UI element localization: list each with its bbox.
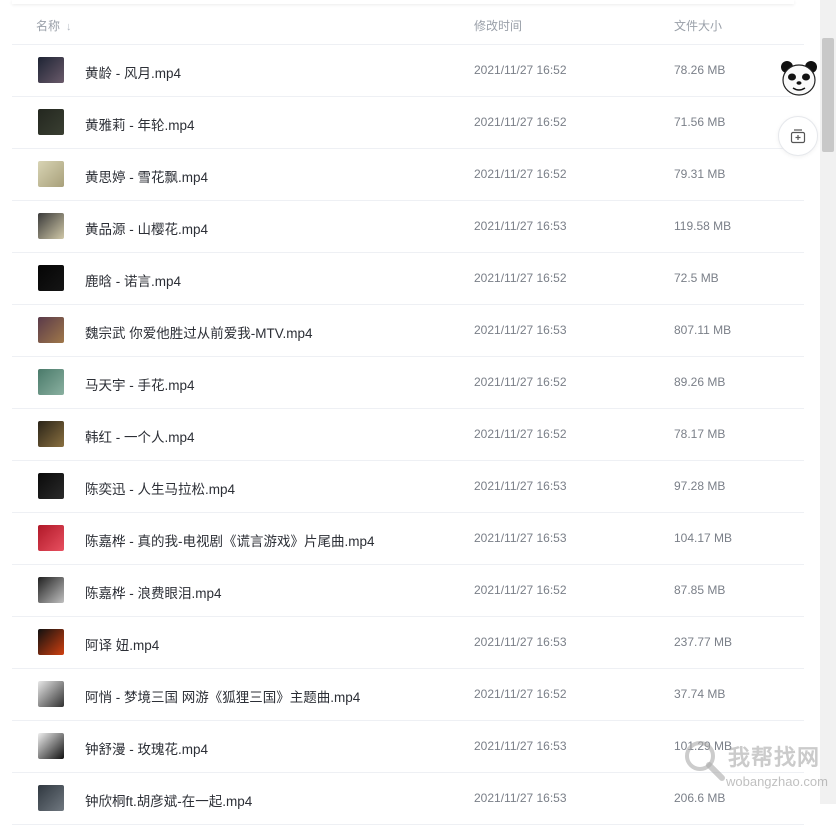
file-name[interactable]: 钟欣桐ft.胡彦斌-在一起.mp4 [85,790,252,810]
file-modified-time: 2021/11/27 16:53 [474,531,567,545]
video-thumbnail[interactable] [38,57,64,83]
file-name[interactable]: 韩红 - 一个人.mp4 [85,426,195,446]
header-name-label: 名称 [36,19,61,33]
file-size: 101.29 MB [674,739,733,753]
file-size: 87.85 MB [674,583,726,597]
file-row[interactable]: 阿悄 - 梦境三国 网游《狐狸三国》主题曲.mp4 2021/11/27 16:5… [12,669,804,721]
add-to-list-icon [790,129,806,144]
file-modified-time: 2021/11/27 16:52 [474,115,567,129]
file-row[interactable]: 黄雅莉 - 年轮.mp4 2021/11/27 16:52 71.56 MB [12,97,804,149]
video-thumbnail[interactable] [38,473,64,499]
file-name[interactable]: 阿悄 - 梦境三国 网游《狐狸三国》主题曲.mp4 [85,686,360,706]
header-size[interactable]: 文件大小 [674,17,722,34]
file-modified-time: 2021/11/27 16:52 [474,375,567,389]
file-name[interactable]: 阿译 妞.mp4 [85,634,159,654]
file-size: 37.74 MB [674,687,726,701]
video-thumbnail[interactable] [38,421,64,447]
file-row[interactable]: 黄思婷 - 雪花飘.mp4 2021/11/27 16:52 79.31 MB [12,149,804,201]
add-to-list-button[interactable] [778,116,818,156]
file-name[interactable]: 陈嘉桦 - 浪费眼泪.mp4 [85,582,222,602]
file-name[interactable]: 黄品源 - 山樱花.mp4 [85,218,208,238]
file-modified-time: 2021/11/27 16:52 [474,63,567,77]
video-thumbnail[interactable] [38,369,64,395]
file-size: 97.28 MB [674,479,726,493]
video-thumbnail[interactable] [38,317,64,343]
video-thumbnail[interactable] [38,785,64,811]
file-modified-time: 2021/11/27 16:53 [474,791,567,805]
list-header: 名称 ↓ 修改时间 文件大小 [12,4,804,45]
video-thumbnail[interactable] [38,577,64,603]
file-list: 黄龄 - 风月.mp4 2021/11/27 16:52 78.26 MB 黄雅莉 -… [12,45,804,825]
sort-arrow-icon[interactable]: ↓ [66,21,72,33]
file-modified-time: 2021/11/27 16:52 [474,427,567,441]
file-modified-time: 2021/11/27 16:53 [474,323,567,337]
file-size: 78.17 MB [674,427,726,441]
file-name[interactable]: 黄龄 - 风月.mp4 [85,62,181,82]
file-name[interactable]: 钟舒漫 - 玫瑰花.mp4 [85,738,208,758]
video-thumbnail[interactable] [38,733,64,759]
header-time[interactable]: 修改时间 [474,17,522,34]
video-thumbnail[interactable] [38,161,64,187]
file-name[interactable]: 马天宇 - 手花.mp4 [85,374,195,394]
file-modified-time: 2021/11/27 16:53 [474,479,567,493]
file-row[interactable]: 阿译 妞.mp4 2021/11/27 16:53 237.77 MB [12,617,804,669]
file-name[interactable]: 黄思婷 - 雪花飘.mp4 [85,166,208,186]
file-modified-time: 2021/11/27 16:52 [474,167,567,181]
file-size: 206.6 MB [674,791,726,805]
file-name[interactable]: 魏宗武 你爱他胜过从前爱我-MTV.mp4 [85,322,313,342]
scrollbar-thumb[interactable] [822,38,834,152]
file-row[interactable]: 钟舒漫 - 玫瑰花.mp4 2021/11/27 16:53 101.29 MB [12,721,804,773]
file-size: 79.31 MB [674,167,726,181]
video-thumbnail[interactable] [38,629,64,655]
file-size: 72.5 MB [674,271,719,285]
video-thumbnail[interactable] [38,681,64,707]
file-row[interactable]: 黄龄 - 风月.mp4 2021/11/27 16:52 78.26 MB [12,45,804,97]
file-size: 89.26 MB [674,375,726,389]
header-name[interactable]: 名称 ↓ [36,17,72,34]
file-size: 78.26 MB [674,63,726,77]
file-size: 119.58 MB [674,219,732,233]
file-row[interactable]: 韩红 - 一个人.mp4 2021/11/27 16:52 78.17 MB [12,409,804,461]
panda-avatar-icon[interactable] [779,58,819,98]
video-thumbnail[interactable] [38,109,64,135]
file-modified-time: 2021/11/27 16:52 [474,583,567,597]
file-row[interactable]: 马天宇 - 手花.mp4 2021/11/27 16:52 89.26 MB [12,357,804,409]
file-row[interactable]: 陈嘉桦 - 浪费眼泪.mp4 2021/11/27 16:52 87.85 MB [12,565,804,617]
file-name[interactable]: 黄雅莉 - 年轮.mp4 [85,114,195,134]
file-row[interactable]: 钟欣桐ft.胡彦斌-在一起.mp4 2021/11/27 16:53 206.6 M… [12,773,804,825]
file-modified-time: 2021/11/27 16:53 [474,219,567,233]
file-name[interactable]: 陈嘉桦 - 真的我-电视剧《谎言游戏》片尾曲.mp4 [85,530,375,550]
file-size: 807.11 MB [674,323,732,337]
file-size: 71.56 MB [674,115,726,129]
file-size: 237.77 MB [674,635,733,649]
file-modified-time: 2021/11/27 16:53 [474,635,567,649]
file-row[interactable]: 陈嘉桦 - 真的我-电视剧《谎言游戏》片尾曲.mp4 2021/11/27 16:… [12,513,804,565]
file-row[interactable]: 鹿晗 - 诺言.mp4 2021/11/27 16:52 72.5 MB [12,253,804,305]
file-row[interactable]: 魏宗武 你爱他胜过从前爱我-MTV.mp4 2021/11/27 16:53 807… [12,305,804,357]
file-row[interactable]: 黄品源 - 山樱花.mp4 2021/11/27 16:53 119.58 MB [12,201,804,253]
file-modified-time: 2021/11/27 16:52 [474,271,567,285]
file-modified-time: 2021/11/27 16:53 [474,739,567,753]
video-thumbnail[interactable] [38,213,64,239]
file-modified-time: 2021/11/27 16:52 [474,687,567,701]
video-thumbnail[interactable] [38,525,64,551]
file-name[interactable]: 陈奕迅 - 人生马拉松.mp4 [85,478,235,498]
file-size: 104.17 MB [674,531,733,545]
video-thumbnail[interactable] [38,265,64,291]
file-row[interactable]: 陈奕迅 - 人生马拉松.mp4 2021/11/27 16:53 97.28 MB [12,461,804,513]
file-name[interactable]: 鹿晗 - 诺言.mp4 [85,270,181,290]
